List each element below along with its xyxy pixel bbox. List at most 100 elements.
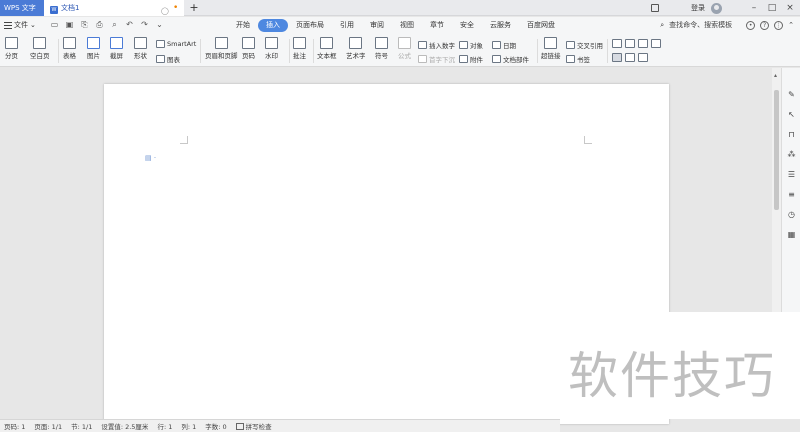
scroll-up-icon[interactable]: ▴ [774,72,777,79]
picture-button[interactable]: 图片 [87,37,100,60]
date-label: 日期 [503,42,516,50]
styles-icon[interactable]: ⁂ [787,150,796,159]
outline-icon[interactable]: ☰ [787,170,796,179]
drop-cap-icon [418,55,427,63]
document-tab-title: 文档1 [61,4,80,12]
cross-reference-button[interactable]: 交叉引用 [566,40,603,50]
table-button[interactable]: 表格 [63,37,76,60]
header-footer-button[interactable]: 页眉和页脚 [205,37,238,60]
help-icon[interactable]: ? [760,20,770,30]
maximize-button[interactable]: □ [766,0,778,16]
feedback-icon[interactable]: • [746,20,756,30]
paste-options-icon[interactable]: ▤ · [145,154,156,162]
scrollbar-thumb[interactable] [774,90,779,210]
page-break-button[interactable]: 分页 [5,37,18,60]
share-icon[interactable]: ▦ [787,230,796,239]
status-pages: 页面: 1/1 [34,423,63,431]
wps-writer-icon: W [50,6,58,14]
title-bar: WPS 文字 W 文档1 ◯ • + 登录 – □ × [0,0,800,16]
collapse-ribbon-icon[interactable]: ⌃ [788,21,794,29]
watermark-overlay: 软件技巧 [560,312,800,419]
page-number-button[interactable]: 页码 [242,37,255,60]
shape-button[interactable]: 形状 [134,37,147,60]
attachment-label: 附件 [470,56,483,64]
undo-icon[interactable]: ↶ [125,20,134,30]
app-name-tab[interactable]: WPS 文字 [0,0,44,16]
watermark-button[interactable]: 水印 [265,37,278,60]
smartart-button[interactable]: SmartArt [156,40,196,48]
formula-button[interactable]: 公式 [398,37,411,60]
object-button[interactable]: 对象 [459,40,483,50]
layout-option-2-icon[interactable] [625,39,635,48]
attachment-button[interactable]: 附件 [459,54,483,64]
export-icon[interactable]: ⎘ [80,20,89,30]
header-footer-icon [214,37,228,49]
spellcheck-button[interactable]: 拼写检查 [235,421,272,431]
date-button[interactable]: 日期 [492,40,516,50]
history-icon[interactable]: ◷ [787,210,796,219]
print-icon[interactable]: ⎙ [95,20,104,30]
select-cursor-icon[interactable]: ↖ [787,110,796,119]
tab-chapter[interactable]: 章节 [422,19,452,32]
command-search[interactable]: 查找命令、搜索模板 [669,20,732,30]
login-link[interactable]: 登录 [691,3,705,13]
bookmark-label: 书签 [577,56,590,64]
layout-option-1-icon[interactable] [612,39,622,48]
tab-review[interactable]: 审阅 [362,19,392,32]
ribbon-divider [313,39,314,63]
status-word-count[interactable]: 字数: 0 [205,421,226,431]
tab-cloud-service[interactable]: 云服务 [482,19,519,32]
tab-references[interactable]: 引用 [332,19,362,32]
quick-access-toolbar: ▭ ▣ ⎘ ⎙ ⌕ ↶ ↷ ⌄ [50,20,164,30]
tab-home[interactable]: 开始 [228,19,258,32]
layout-option-4-icon[interactable] [651,39,661,48]
minimize-button[interactable]: – [748,0,760,16]
save-icon[interactable]: ▣ [65,20,74,30]
more-icon[interactable]: ⋮ [774,20,784,30]
layout-option-3-icon[interactable] [638,39,648,48]
hyperlink-button[interactable]: 超链接 [541,37,561,60]
insert-number-button[interactable]: 插入数字 [418,40,455,50]
window-layout-icon[interactable] [651,4,659,12]
comment-button[interactable]: 批注 [293,37,306,60]
layout-option-5-icon[interactable] [612,53,622,62]
file-menu-button[interactable]: 文件 ⌄ [4,20,36,30]
link-icon [544,37,558,49]
textbox-label: 文本框 [317,52,337,60]
first-letter-sink-button[interactable]: 首字下沉 [418,54,455,64]
properties-icon[interactable]: ≡ [787,190,796,199]
layout-option-7-icon[interactable] [638,53,648,62]
close-button[interactable]: × [784,0,796,16]
edit-icon[interactable]: ✎ [787,90,796,99]
folder-icon[interactable]: ▭ [50,20,59,30]
document-tab[interactable]: W 文档1 ◯ • [44,0,184,16]
tab-view[interactable]: 视图 [392,19,422,32]
cross-reference-label: 交叉引用 [577,42,603,50]
screenshot-button[interactable]: 截屏 [110,37,123,60]
status-column: 列: 1 [181,423,197,431]
textbox-button[interactable]: 文本框 [317,37,337,60]
bookmark-button[interactable]: 书签 [566,54,590,64]
blank-page-button[interactable]: 空白页 [30,37,50,60]
wordart-button[interactable]: 艺术字 [346,37,366,60]
redo-icon[interactable]: ↷ [140,20,149,30]
tab-baidu-netdisk[interactable]: 百度网盘 [519,19,563,32]
symbol-button[interactable]: 符号 [375,37,388,60]
tab-page-layout[interactable]: 页面布局 [288,19,332,32]
comment-icon [293,37,306,49]
shape-icon [134,37,147,49]
customize-icon[interactable]: ⌄ [155,20,164,30]
unsaved-dot-icon: • [173,3,179,13]
lock-icon[interactable]: ⊓ [787,130,796,139]
tab-security[interactable]: 安全 [452,19,482,32]
insert-ribbon: 分页 空白页 表格 图片 截屏 形状 SmartArt 图表 页眉和页脚 页码 … [0,35,800,67]
title-right-controls: 登录 – □ × [651,0,800,16]
new-tab-button[interactable]: + [188,0,200,16]
doc-parts-button[interactable]: 文档部件 [492,54,529,64]
print-preview-icon[interactable]: ⌕ [110,20,119,30]
chart-button[interactable]: 图表 [156,54,180,64]
tab-insert[interactable]: 插入 [258,19,288,32]
layout-option-6-icon[interactable] [625,53,635,62]
avatar[interactable] [711,2,722,14]
menu-bar: 文件 ⌄ ▭ ▣ ⎘ ⎙ ⌕ ↶ ↷ ⌄ 开始 插入 页面布局 引用 审阅 视图… [0,17,800,35]
